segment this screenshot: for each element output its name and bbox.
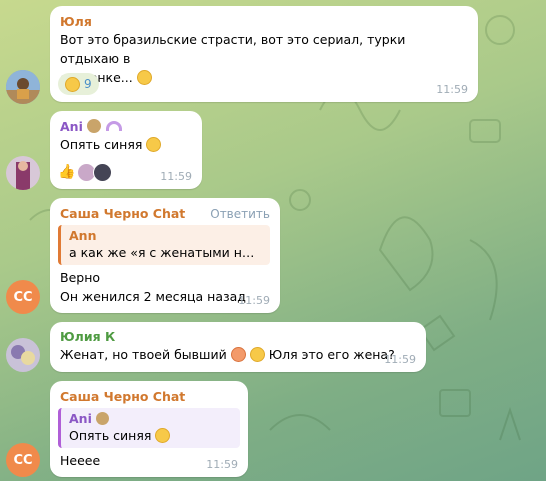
message-text: Опять синяя bbox=[60, 135, 192, 154]
thumbs-up-icon: 👍 bbox=[58, 164, 76, 180]
avatar-sasha[interactable]: CC bbox=[6, 280, 40, 314]
avatar-photo-icon bbox=[6, 156, 40, 190]
message-bubble[interactable]: Юлия К Женат, но твоей бывший Юля это ег… bbox=[50, 322, 426, 372]
message-time: 11:59 bbox=[436, 83, 468, 96]
thinking-emoji-icon bbox=[155, 428, 171, 443]
sender-name[interactable]: Ani bbox=[60, 119, 83, 134]
sender-name[interactable]: Юлия К bbox=[60, 329, 416, 345]
message-time: 11:59 bbox=[384, 353, 416, 366]
message-text: Верно Он женился 2 месяца назад bbox=[60, 270, 246, 304]
message-time: 11:59 bbox=[160, 170, 192, 183]
avatar-ani[interactable] bbox=[6, 156, 40, 190]
avatar-yulia[interactable] bbox=[6, 70, 40, 104]
avatar-photo-icon bbox=[6, 70, 40, 104]
sender-name-row: Ani bbox=[60, 119, 192, 135]
message-bubble[interactable]: Юля Вот это бразильские страсти, вот это… bbox=[50, 6, 478, 102]
message-time: 11:59 bbox=[206, 458, 238, 471]
reply-text: а как же «я с женатыми никог... bbox=[69, 245, 262, 260]
message-bubble[interactable]: Саша Черно Chat Ответить Ann а как же «я… bbox=[50, 198, 280, 313]
reply-sender: Ann bbox=[69, 228, 97, 243]
planet-emoji-icon bbox=[96, 412, 110, 425]
message-bubble[interactable]: Ani Опять синяя 👍 11:59 bbox=[50, 111, 202, 189]
message-text: Вот это бразильские страсти, вот это сер… bbox=[60, 30, 468, 87]
laughing-emoji-icon bbox=[136, 70, 152, 85]
sender-name[interactable]: Саша Черно Chat bbox=[60, 389, 238, 405]
grinning-emoji-icon bbox=[65, 76, 80, 92]
reply-text: Опять синяя bbox=[69, 427, 232, 445]
hot-face-emoji-icon bbox=[230, 347, 246, 362]
avatar-sasha[interactable]: CC bbox=[6, 443, 40, 477]
sender-name[interactable]: Юля bbox=[60, 14, 468, 30]
message-text: Женат, но твоей бывший Юля это его жена? bbox=[60, 347, 395, 362]
message-time: 11:59 bbox=[238, 294, 270, 307]
reply-button[interactable]: Ответить bbox=[210, 207, 270, 221]
avatar-yulia-k[interactable] bbox=[6, 338, 40, 372]
thinking-emoji-icon bbox=[146, 137, 162, 152]
reply-quote[interactable]: Ann а как же «я с женатыми никог... bbox=[58, 225, 270, 265]
planet-emoji-icon bbox=[87, 119, 102, 133]
reply-sender-row: Ani bbox=[69, 411, 232, 427]
reactor-avatar bbox=[93, 162, 113, 182]
kissing-emoji-icon bbox=[249, 347, 265, 362]
message-bubble[interactable]: Саша Черно Chat Ani Опять синяя Неееe 11… bbox=[50, 381, 248, 477]
rainbow-emoji-icon bbox=[105, 121, 122, 131]
reaction-badge[interactable]: 9 bbox=[58, 73, 99, 95]
message-text: Неееe bbox=[60, 453, 101, 468]
reaction-badge[interactable]: 👍 bbox=[58, 161, 113, 183]
reply-sender: Ani bbox=[69, 411, 92, 426]
reaction-count: 9 bbox=[84, 77, 92, 91]
reply-quote[interactable]: Ani Опять синяя bbox=[58, 408, 240, 448]
avatar-photo-icon bbox=[6, 338, 40, 372]
